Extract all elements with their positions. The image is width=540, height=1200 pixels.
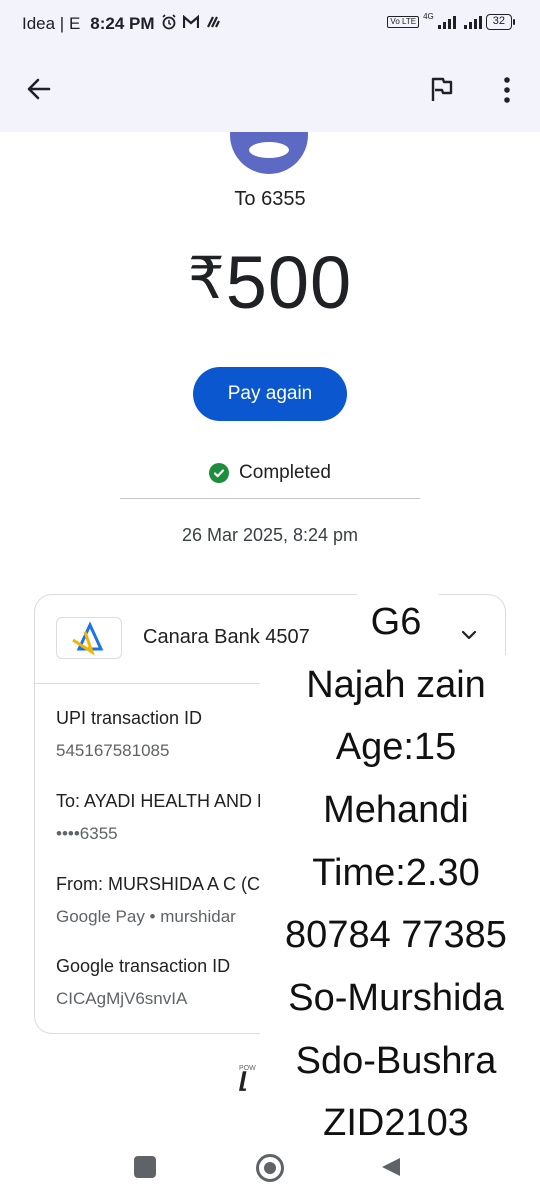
back-arrow-icon bbox=[27, 78, 51, 100]
home-button[interactable] bbox=[256, 1154, 284, 1182]
card-divider bbox=[35, 683, 287, 684]
app-bar bbox=[0, 50, 540, 132]
gmail-icon bbox=[182, 14, 199, 33]
back-button[interactable] bbox=[22, 72, 56, 106]
status-left: Idea | E 8:24 PM bbox=[22, 14, 221, 34]
from-account-label: From: MURSHIDA A C (Car bbox=[56, 874, 277, 894]
app-notification-icon bbox=[205, 15, 221, 33]
canara-bank-logo-icon bbox=[56, 617, 122, 659]
flag-icon bbox=[431, 77, 453, 101]
status-text: Completed bbox=[239, 462, 331, 483]
signal-icon-2 bbox=[463, 15, 482, 29]
note-line-event: Mehandi bbox=[323, 789, 469, 831]
note-line-so: So-Murshida bbox=[288, 977, 504, 1019]
avatar-person-icon bbox=[249, 142, 289, 158]
more-vert-icon bbox=[504, 77, 510, 103]
google-id-value[interactable]: CICAgMjV6snvIA bbox=[56, 989, 292, 1009]
recent-apps-button[interactable] bbox=[134, 1156, 156, 1178]
triangle-back-icon bbox=[382, 1158, 400, 1176]
currency-symbol: ₹ bbox=[187, 246, 226, 311]
system-nav-bar bbox=[0, 1148, 540, 1200]
google-id-label: Google transaction ID bbox=[56, 956, 231, 976]
upi-id-label: UPI transaction ID bbox=[56, 708, 203, 728]
transaction-datetime: 26 Mar 2025, 8:24 pm bbox=[181, 525, 359, 545]
more-options-button[interactable] bbox=[496, 74, 518, 106]
to-account-value: ••••6355 bbox=[56, 824, 118, 843]
note-line-sdo: Sdo-Bushra bbox=[295, 1040, 497, 1082]
divider bbox=[120, 498, 420, 499]
upi-id-value[interactable]: 545167581085 bbox=[56, 741, 292, 761]
amount-value: 500 bbox=[225, 241, 353, 324]
amount: ₹500 bbox=[0, 240, 540, 325]
status-right: Vo LTE 4G 32 bbox=[387, 11, 516, 30]
recipient-avatar bbox=[230, 132, 310, 176]
from-account-value: Google Pay • murshidar bbox=[56, 907, 236, 926]
payment-status: Completed bbox=[0, 462, 540, 484]
recipient-label: To 6355 bbox=[234, 188, 306, 210]
note-line-name: Najah zain bbox=[306, 664, 486, 706]
report-button[interactable] bbox=[428, 74, 456, 104]
system-back-button[interactable] bbox=[380, 1156, 402, 1178]
status-time: 8:24 PM bbox=[90, 14, 155, 33]
note-line-time: Time:2.30 bbox=[312, 852, 480, 894]
note-line-zid: ZID2103 bbox=[323, 1102, 469, 1144]
carrier-label: Idea | E bbox=[22, 14, 81, 33]
avatar-circle bbox=[230, 132, 308, 174]
network-badge: 4G bbox=[423, 11, 434, 21]
note-line-age: Age:15 bbox=[335, 726, 457, 768]
note-line-group: G6 bbox=[370, 601, 422, 643]
note-line-phone: 80784 77385 bbox=[285, 914, 507, 956]
check-circle-icon bbox=[209, 463, 230, 483]
to-account-label: To: AYADI HEALTH AND ED bbox=[56, 791, 283, 811]
signal-icon bbox=[437, 15, 456, 29]
volte-badge: Vo LTE bbox=[387, 16, 420, 28]
status-bar: Idea | E 8:24 PM Vo LTE 4G 32 bbox=[0, 0, 540, 50]
battery-icon: 32 bbox=[485, 14, 516, 30]
alarm-icon bbox=[161, 14, 177, 34]
pay-again-button[interactable]: Pay again bbox=[193, 367, 347, 421]
